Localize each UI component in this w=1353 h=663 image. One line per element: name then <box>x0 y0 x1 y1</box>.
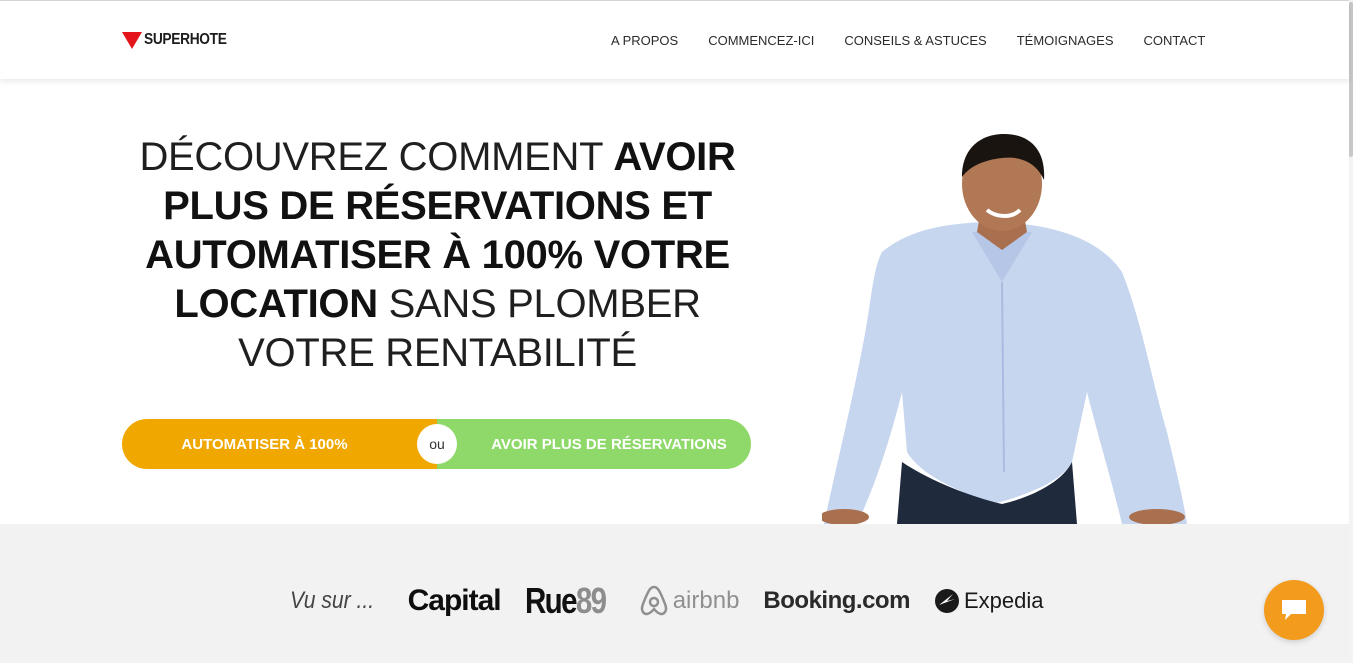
hero-headline: DÉCOUVREZ COMMENT AVOIR PLUS DE RÉSERVAT… <box>110 133 765 378</box>
expedia-globe-icon <box>934 589 959 613</box>
capital-logo: Capital <box>407 584 502 617</box>
expedia-logo: Expedia <box>934 588 1044 614</box>
logo-triangle-icon <box>122 31 142 49</box>
press-intro: Vu sur ... <box>290 587 375 614</box>
hero-section: DÉCOUVREZ COMMENT AVOIR PLUS DE RÉSERVAT… <box>0 80 1349 524</box>
logo-text: SUPERHOTE <box>144 31 227 48</box>
chat-bubble-icon <box>1282 600 1306 620</box>
press-band: Vu sur ... Capital Rue89 airbnb Booking.… <box>0 524 1349 663</box>
nav-conseils-astuces[interactable]: CONSEILS & ASTUCES <box>844 33 986 48</box>
host-portrait <box>822 134 1187 524</box>
nav-contact[interactable]: CONTACT <box>1144 33 1206 48</box>
expedia-wordmark: Expedia <box>963 588 1044 613</box>
airbnb-logo: airbnb <box>639 584 740 618</box>
press-logos: Vu sur ... Capital Rue89 airbnb Booking.… <box>290 576 1067 626</box>
rue89-logo: Rue89 <box>525 580 615 622</box>
main-nav: A PROPOS COMMENCEZ-ICI CONSEILS & ASTUCE… <box>611 33 1235 48</box>
nav-temoignages[interactable]: TÉMOIGNAGES <box>1017 33 1114 48</box>
reservations-button[interactable]: AVOIR PLUS DE RÉSERVATIONS <box>437 419 751 469</box>
airbnb-belo-icon <box>640 585 667 616</box>
booking-logo: Booking.com <box>763 587 910 614</box>
scrollbar[interactable] <box>1349 0 1353 663</box>
cta-or-separator: ou <box>417 424 457 464</box>
cta-split-button: AUTOMATISER À 100% AVOIR PLUS DE RÉSERVA… <box>122 419 751 469</box>
rue89-part2: 89 <box>575 580 606 621</box>
rue89-part1: Rue <box>524 580 577 621</box>
site-header: SUPERHOTE A PROPOS COMMENCEZ-ICI CONSEIL… <box>0 1 1349 79</box>
superhote-logo[interactable]: SUPERHOTE <box>122 31 240 49</box>
nav-commencez-ici[interactable]: COMMENCEZ-ICI <box>708 33 814 48</box>
scrollbar-thumb[interactable] <box>1349 2 1353 157</box>
chat-button[interactable] <box>1264 580 1324 640</box>
airbnb-wordmark: airbnb <box>672 587 740 614</box>
automatiser-button[interactable]: AUTOMATISER À 100% <box>122 419 437 469</box>
headline-intro: DÉCOUVREZ COMMENT <box>139 135 614 179</box>
nav-a-propos[interactable]: A PROPOS <box>611 33 678 48</box>
